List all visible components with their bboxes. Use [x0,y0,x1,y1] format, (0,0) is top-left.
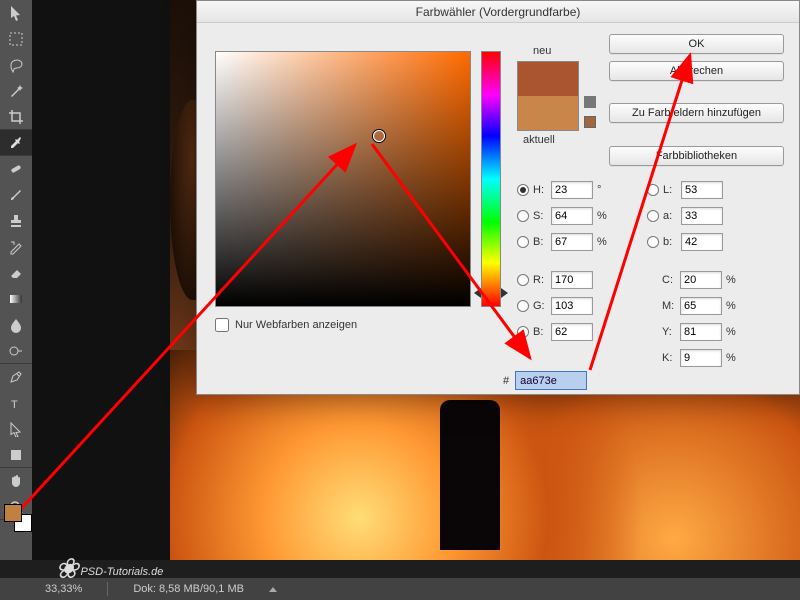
field-hex: # [503,371,587,390]
field-y: Y:% [662,323,740,341]
marquee-tool[interactable] [0,26,32,52]
pen-tool[interactable] [0,364,32,390]
field-a: a: [647,207,723,225]
radio-r[interactable] [517,274,529,286]
field-k: K:% [662,349,740,367]
move-tool[interactable] [0,0,32,26]
input-r[interactable] [551,271,593,289]
hand-tool[interactable] [0,468,32,494]
hue-indicator-right [501,288,508,298]
color-libraries-button[interactable]: Farbbibliotheken [609,146,784,166]
input-y[interactable] [680,323,722,341]
field-s: S:% [517,207,611,225]
radio-a[interactable] [647,210,659,222]
radio-s[interactable] [517,210,529,222]
canvas-gap [32,0,170,560]
field-b2: B: [517,323,593,341]
radio-l[interactable] [647,184,659,196]
brush-tool[interactable] [0,182,32,208]
input-c[interactable] [680,271,722,289]
eyedropper-tool[interactable] [0,130,32,156]
field-b: B:% [517,233,611,251]
radio-h[interactable] [517,184,529,196]
shape-tool[interactable] [0,442,32,468]
hue-slider[interactable] [481,51,501,307]
input-k[interactable] [680,349,722,367]
status-more-icon[interactable] [269,587,277,592]
input-h[interactable] [551,181,593,199]
field-l: L: [647,181,723,199]
web-colors-checkbox-input[interactable] [215,318,229,332]
label-new: neu [533,45,551,57]
radio-b2[interactable] [517,326,529,338]
crop-tool[interactable] [0,104,32,130]
saturation-value-field[interactable] [215,51,471,307]
svg-text:T: T [11,399,18,411]
color-picker-dialog: Farbwähler (Vordergrundfarbe) neu aktuel… [196,0,800,395]
sv-cursor[interactable] [373,130,385,142]
hex-hash-label: # [503,375,509,387]
hue-indicator-left [474,288,481,298]
input-s[interactable] [551,207,593,225]
eraser-tool[interactable] [0,260,32,286]
input-hex[interactable] [515,371,587,390]
stamp-tool[interactable] [0,208,32,234]
zoom-level[interactable]: 33,33% [45,583,82,595]
lasso-tool[interactable] [0,52,32,78]
field-m: M:% [662,297,740,315]
history-brush-tool[interactable] [0,234,32,260]
ok-button[interactable]: OK [609,34,784,54]
radio-b[interactable] [517,236,529,248]
color-swatches[interactable] [4,504,32,532]
preview-new-color [518,62,578,96]
web-colors-label: Nur Webfarben anzeigen [235,319,357,331]
input-m[interactable] [680,297,722,315]
blur-tool[interactable] [0,312,32,338]
color-preview [517,61,579,131]
document-size[interactable]: Dok: 8,58 MB/90,1 MB [133,583,244,595]
input-b2[interactable] [551,323,593,341]
status-separator [107,582,108,596]
type-tool[interactable]: T [0,390,32,416]
preview-current-color[interactable] [518,96,578,130]
heal-tool[interactable] [0,156,32,182]
input-g[interactable] [551,297,593,315]
cancel-button[interactable]: Abbrechen [609,61,784,81]
gamut-warning-icon[interactable] [584,96,596,108]
watermark-text: PSD-Tutorials.de [80,566,163,578]
gradient-tool[interactable] [0,286,32,312]
websafe-swatch-icon[interactable] [584,116,596,128]
foreground-color-swatch[interactable] [4,504,22,522]
input-lab-b[interactable] [681,233,723,251]
status-bar: 33,33% Dok: 8,58 MB/90,1 MB [0,578,800,600]
radio-lab-b[interactable] [647,236,659,248]
field-lab-b: b: [647,233,723,251]
input-l[interactable] [681,181,723,199]
dialog-title: Farbwähler (Vordergrundfarbe) [197,1,799,23]
add-to-swatches-button[interactable]: Zu Farbfeldern hinzufügen [609,103,784,123]
wand-tool[interactable] [0,78,32,104]
input-a[interactable] [681,207,723,225]
watermark-icon: ❀ [55,561,78,578]
input-b[interactable] [551,233,593,251]
field-r: R: [517,271,593,289]
path-select-tool[interactable] [0,416,32,442]
dodge-tool[interactable] [0,338,32,364]
label-current: aktuell [523,134,555,146]
watermark: ❀ PSD-Tutorials.de [55,561,163,578]
field-c: C:% [662,271,740,289]
field-g: G: [517,297,593,315]
radio-g[interactable] [517,300,529,312]
web-colors-only-checkbox[interactable]: Nur Webfarben anzeigen [215,318,357,332]
tool-panel: T [0,0,32,560]
field-h: H:° [517,181,611,199]
